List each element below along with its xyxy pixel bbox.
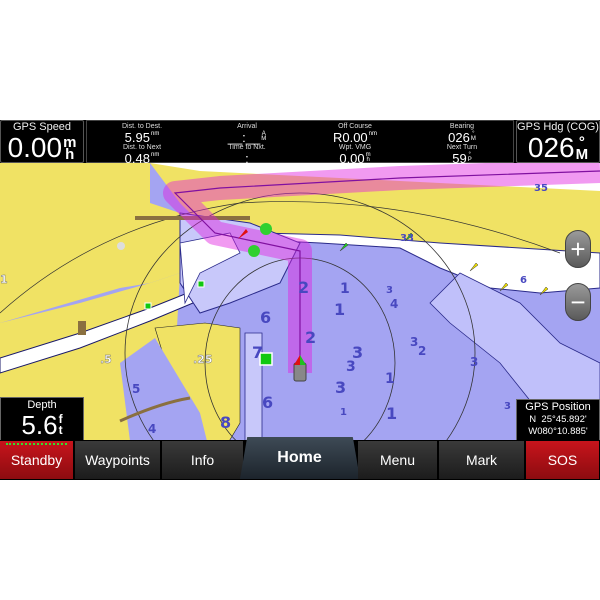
gps-heading-panel[interactable]: GPS Hdg (COG) 026 ° M (516, 120, 600, 163)
mark-label: Mark (465, 452, 498, 468)
zoom-out-button[interactable]: − (565, 283, 591, 321)
route-data-panel[interactable]: Dist. to Dest. 5.95nm Dist. to Next 0.48… (86, 120, 514, 166)
sounding: 2 (305, 328, 316, 347)
waypoint-marker[interactable] (197, 280, 205, 288)
standby-label: Standby (10, 452, 63, 468)
next-turn: Next Turn 59 ° P (446, 144, 478, 166)
standby-button[interactable]: Standby (0, 441, 74, 479)
sounding: 4 (148, 422, 156, 436)
longitude: W080°10.885' (528, 426, 588, 437)
home-label: Home (277, 449, 322, 466)
info-button[interactable]: Info (162, 441, 244, 479)
light-marker (117, 242, 125, 250)
buoy-green[interactable] (260, 223, 272, 235)
depth-panel[interactable]: Depth 5.6f t (0, 397, 84, 441)
waypoint-marker[interactable] (144, 302, 152, 310)
sounding: 1 (340, 407, 347, 418)
sounding: 5 (132, 382, 140, 396)
sounding: 3 (386, 285, 393, 296)
info-label: Info (190, 452, 215, 468)
sounding: 7 (252, 343, 263, 362)
waypoints-label: Waypoints (85, 452, 150, 468)
sounding: 3 (335, 378, 346, 397)
sounding: 6 (520, 275, 527, 286)
dist-to-dest: Dist. to Dest. 5.95nm (121, 123, 163, 145)
light-label: 1 (0, 273, 8, 286)
sounding: 3 (346, 359, 356, 375)
gps-speed-value: 0.00m h (7, 132, 77, 163)
light-label: .5 (100, 353, 112, 366)
gps-position-panel[interactable]: GPS Position N 25°45.892' W080°10.885' (516, 399, 600, 441)
sounding: 6 (262, 393, 273, 412)
sounding: 3 (504, 401, 511, 412)
sounding: 6 (260, 308, 271, 327)
sounding: 1 (340, 281, 350, 297)
bottom-nav-bar: Standby Waypoints Info Home Menu Mark SO… (0, 437, 600, 480)
sounding: 1 (334, 300, 345, 319)
sos-label: SOS (547, 452, 578, 468)
bearing: Bearing 026 ° M (448, 123, 476, 145)
chart-canvas[interactable]: 2 1 4 2 1 3 3 1 3 6 7 6 8 5 4 2 3 3 1 3 (0, 163, 600, 480)
sounding: 3 (470, 355, 478, 369)
speed-unit: mh (63, 134, 77, 163)
sounding: 4 (390, 297, 398, 311)
sounding: 35 (534, 183, 548, 194)
dist-to-next: Dist. to Next 0.48nm (122, 144, 162, 166)
sounding: 1 (385, 371, 395, 387)
zoom-in-button[interactable]: + (565, 230, 591, 268)
gps-speed-panel[interactable]: GPS Speed 0.00m h (0, 120, 84, 163)
sounding: 33 (400, 233, 414, 244)
depth-value: 5.6f t (21, 410, 63, 440)
gps-position-label: GPS Position (525, 401, 591, 413)
home-button[interactable]: Home (240, 437, 360, 479)
sounding: 8 (220, 413, 231, 432)
bridge-pier (78, 321, 86, 335)
off-course: Off Course R0.00nm (332, 123, 378, 145)
time-to-next: Time to Nxt. __:__ (228, 144, 266, 166)
buoy-green[interactable] (248, 245, 260, 257)
light-label: .25 (193, 353, 213, 366)
navigation-chart[interactable]: 2 1 4 2 1 3 3 1 3 6 7 6 8 5 4 2 3 3 1 3 (0, 163, 600, 480)
autopilot-status-indicator (6, 443, 67, 447)
mark-button[interactable]: Mark (439, 441, 525, 479)
sounding: 1 (386, 404, 397, 423)
menu-label: Menu (379, 452, 416, 468)
sos-button[interactable]: SOS (526, 441, 600, 479)
sounding: 2 (298, 278, 309, 297)
chartplotter-screen: 2 1 4 2 1 3 3 1 3 6 7 6 8 5 4 2 3 3 1 3 (0, 120, 600, 480)
waypoints-button[interactable]: Waypoints (75, 441, 161, 479)
sounding: 2 (418, 344, 426, 358)
wpt-vmg: Wpt. VMG 0.00m h (338, 144, 372, 166)
arrival: Arrival __:__A M (227, 123, 267, 145)
latitude: N 25°45.892' (529, 414, 587, 425)
menu-button[interactable]: Menu (358, 441, 438, 479)
gps-heading-value: 026 ° M (527, 132, 589, 163)
